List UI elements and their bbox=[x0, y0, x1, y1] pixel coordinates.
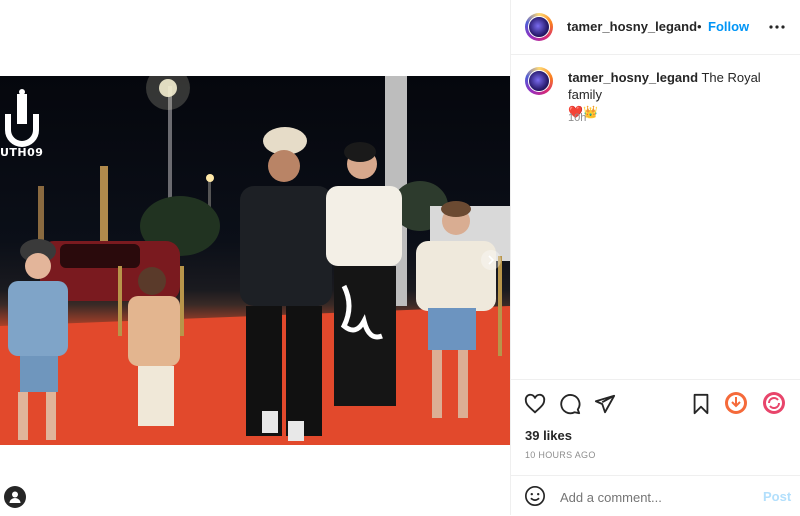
header-username[interactable]: tamer_hosny_legand bbox=[567, 19, 697, 34]
chevron-right-icon bbox=[488, 255, 495, 265]
likes-count[interactable]: 39 likes bbox=[525, 428, 572, 443]
posted-time: 10 HOURS AGO bbox=[525, 450, 596, 460]
tagged-users-button[interactable] bbox=[4, 486, 26, 508]
watermark-text: UTH09 bbox=[0, 146, 44, 159]
repost-icon bbox=[763, 392, 785, 414]
share-button[interactable] bbox=[593, 392, 617, 416]
pin-icon bbox=[725, 392, 747, 414]
more-icon bbox=[769, 25, 785, 29]
avatar[interactable] bbox=[525, 13, 553, 41]
bookmark-icon bbox=[693, 393, 709, 415]
caption-avatar[interactable] bbox=[525, 67, 553, 95]
user-icon bbox=[9, 491, 21, 503]
like-button[interactable] bbox=[523, 392, 547, 416]
post-header: tamer_hosny_legand • Follow bbox=[511, 0, 800, 55]
heart-icon bbox=[524, 393, 546, 414]
save-button[interactable] bbox=[689, 392, 713, 416]
post-side-panel: tamer_hosny_legand • Follow tamer_hosny_… bbox=[511, 0, 800, 515]
repost-button[interactable] bbox=[762, 391, 786, 415]
pin-button[interactable] bbox=[724, 391, 748, 415]
caption-timestamp[interactable]: 10h bbox=[568, 112, 586, 124]
caption-username[interactable]: tamer_hosny_legand bbox=[568, 70, 698, 85]
post-comment-button[interactable]: Post bbox=[763, 489, 791, 504]
comment-input[interactable] bbox=[558, 489, 752, 506]
post-photo[interactable]: UTH09 bbox=[0, 76, 510, 445]
emoji-icon bbox=[525, 486, 545, 506]
comment-icon bbox=[560, 394, 581, 415]
caption: tamer_hosny_legand The Royal family ❤️👑 bbox=[568, 69, 788, 121]
separator-dot: • bbox=[697, 19, 702, 34]
photo-scene bbox=[0, 76, 510, 445]
follow-button[interactable]: Follow bbox=[708, 19, 749, 34]
post-media-area: UTH09 bbox=[0, 0, 511, 515]
comment-button[interactable] bbox=[558, 392, 582, 416]
emoji-button[interactable] bbox=[523, 484, 547, 508]
carousel-next-button[interactable] bbox=[481, 250, 501, 270]
more-options-button[interactable] bbox=[768, 18, 786, 36]
share-icon bbox=[594, 394, 616, 414]
